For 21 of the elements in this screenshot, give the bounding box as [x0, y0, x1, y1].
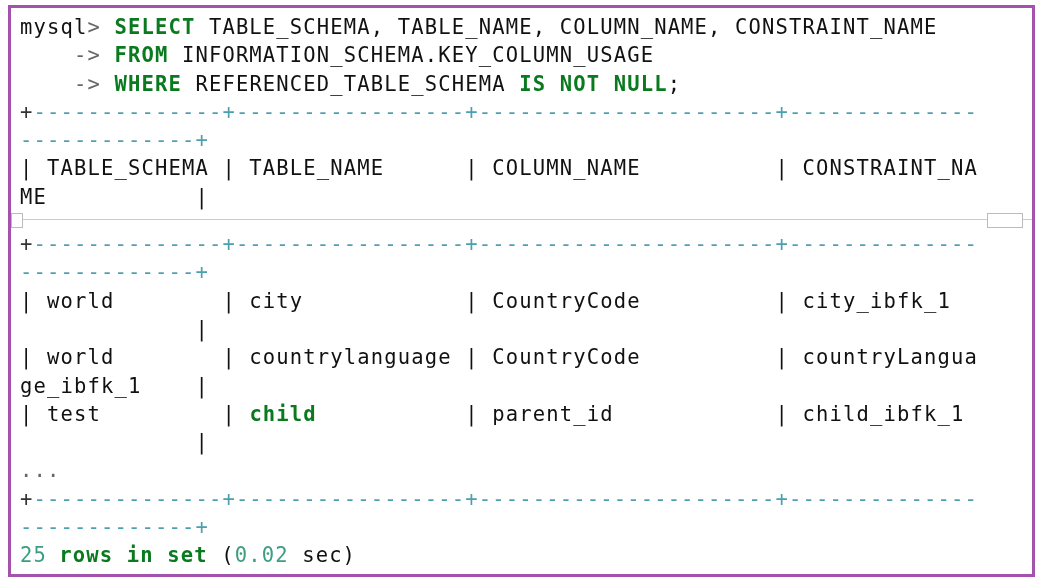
code-line: -> FROM INFORMATION_SCHEMA.KEY_COLUMN_USAGE: [72, 42, 655, 69]
code-line: | world | city | CountryCode | city_ibfk_1: [20, 287, 951, 314]
code-line: ge_ibfk_1 |: [20, 372, 209, 399]
code-line: -------------+: [20, 127, 209, 154]
code-line: | world | countrylanguage | CountryCode | countryLangua: [20, 344, 978, 371]
page-break-marker: [987, 213, 1023, 229]
page-break-marker: [11, 213, 23, 229]
code-line: -------------+: [20, 259, 209, 286]
code-line: 25 rows in set (0.02 sec): [20, 542, 357, 569]
code-line: | test | child | parent_id | child_ibfk_1: [20, 400, 965, 428]
code-line: | TABLE_SCHEMA | TABLE_NAME | COLUMN_NAME | CONSTRAINT_NA: [20, 155, 978, 182]
code-line: +--------------+-----------------+----------------------+--------------: [20, 231, 978, 258]
code-line: |: [194, 315, 209, 343]
code-line: |: [194, 429, 209, 456]
code-line: -> WHERE REFERENCED_TABLE_SCHEMA IS NOT NULL;: [72, 70, 682, 97]
code-line: ...: [20, 457, 61, 484]
code-line: mysql> SELECT TABLE_SCHEMA, TABLE_NAME, COLUMN_NAME, CONSTRAINT_NAME: [20, 14, 938, 41]
code-line: ME |: [20, 183, 209, 211]
code-line: +--------------+-----------------+----------------------+--------------: [20, 98, 978, 126]
code-line: +--------------+-----------------+----------------------+--------------: [20, 485, 978, 513]
code-line: -------------+: [20, 514, 209, 541]
